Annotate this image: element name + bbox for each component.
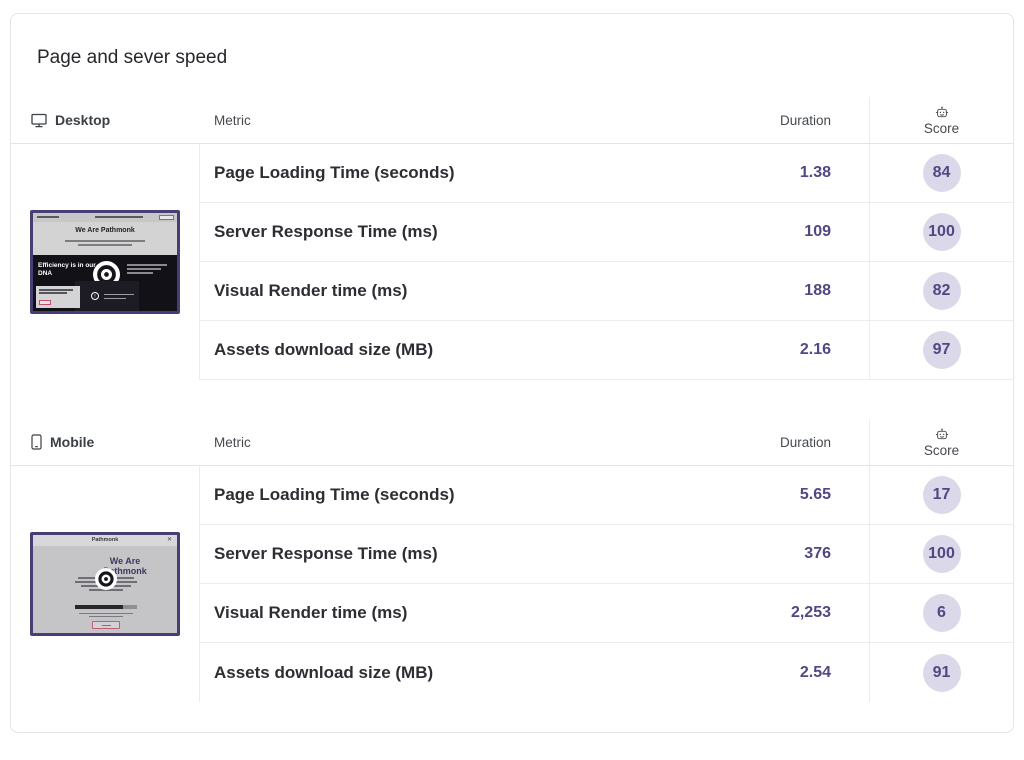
thumb-hero-block: Efficiency is in our DNA ! [33, 255, 177, 311]
duration-cell: 109 [749, 203, 869, 262]
device-label: Desktop [55, 112, 110, 128]
close-icon: ✕ [167, 535, 172, 546]
score-column-header: Score [869, 97, 1013, 144]
score-badge: 6 [923, 594, 961, 632]
metric-cell: Page Loading Time (seconds) [200, 144, 749, 203]
thumb-cookie-card [36, 286, 80, 308]
thumb-header-block: We Are Pathmonk [33, 222, 177, 255]
thumb-hero-text: Efficiency is in our DNA [38, 262, 96, 277]
duration-cell: 2.54 [749, 643, 869, 702]
metric-cell: Page Loading Time (seconds) [200, 466, 749, 525]
score-badge: 84 [923, 154, 961, 192]
duration-cell: 5.65 [749, 466, 869, 525]
score-cell: 84 [869, 144, 1013, 203]
desktop-monitor-icon [31, 113, 47, 128]
duration-cell: 2.16 [749, 321, 869, 380]
score-cell: 100 [869, 203, 1013, 262]
thumb-browser-bar: Pathmonk ✕ [33, 535, 177, 546]
score-header-label: Score [924, 121, 959, 136]
metric-column-header: Metric [200, 419, 749, 466]
desktop-section: Desktop Metric Duration Score [11, 97, 1013, 380]
thumb-progress-bar [75, 605, 137, 609]
thumb-site-heading: We Are Pathmonk [33, 227, 177, 234]
score-badge: 17 [923, 476, 961, 514]
score-cell: 82 [869, 262, 1013, 321]
thumb-cta-button [92, 621, 120, 629]
score-column-header: Score [869, 419, 1013, 466]
mobile-site-screenshot: Pathmonk ✕ We Are Pathmonk [30, 532, 180, 636]
mobile-thumbnail-cell: Pathmonk ✕ We Are Pathmonk [11, 466, 200, 702]
duration-cell: 376 [749, 525, 869, 584]
score-badge: 82 [923, 272, 961, 310]
score-cell: 6 [869, 584, 1013, 643]
score-badge: 91 [923, 654, 961, 692]
page-speed-report-card: Page and sever speed Desktop Metric Dura… [10, 13, 1014, 733]
robot-icon [935, 428, 949, 442]
metric-column-header: Metric [200, 97, 749, 144]
desktop-thumbnail-cell: We Are Pathmonk Efficiency is in our DNA [11, 144, 200, 380]
alert-icon: ! [91, 292, 99, 300]
page-title: Page and sever speed [11, 14, 1013, 97]
metric-cell: Server Response Time (ms) [200, 525, 749, 584]
score-cell: 97 [869, 321, 1013, 380]
device-header-desktop: Desktop [11, 97, 200, 144]
metric-cell: Assets download size (MB) [200, 643, 749, 702]
duration-column-header: Duration [749, 97, 869, 144]
metric-cell: Assets download size (MB) [200, 321, 749, 380]
score-cell: 91 [869, 643, 1013, 702]
score-badge: 100 [923, 213, 961, 251]
robot-icon [935, 106, 949, 120]
duration-cell: 2,253 [749, 584, 869, 643]
device-header-mobile: Mobile [11, 419, 200, 466]
score-cell: 17 [869, 466, 1013, 525]
score-cell: 100 [869, 525, 1013, 584]
metric-cell: Server Response Time (ms) [200, 203, 749, 262]
device-label: Mobile [50, 434, 94, 450]
mobile-section: Mobile Metric Duration Score [11, 419, 1013, 702]
metric-cell: Visual Render time (ms) [200, 584, 749, 643]
score-badge: 100 [923, 535, 961, 573]
metric-cell: Visual Render time (ms) [200, 262, 749, 321]
score-badge: 97 [923, 331, 961, 369]
thumb-navbar [33, 213, 177, 222]
duration-cell: 188 [749, 262, 869, 321]
thumb-cookie-button [39, 300, 51, 305]
thumb-dark-panel [75, 281, 139, 311]
thumb-logo-text: Pathmonk [92, 537, 119, 543]
score-header-label: Score [924, 443, 959, 458]
desktop-site-screenshot: We Are Pathmonk Efficiency is in our DNA [30, 210, 180, 314]
pathmonk-eye-logo [95, 568, 117, 590]
mobile-phone-icon [31, 434, 42, 450]
duration-cell: 1.38 [749, 144, 869, 203]
thumb-nav-cta-button [159, 215, 174, 220]
duration-column-header: Duration [749, 419, 869, 466]
